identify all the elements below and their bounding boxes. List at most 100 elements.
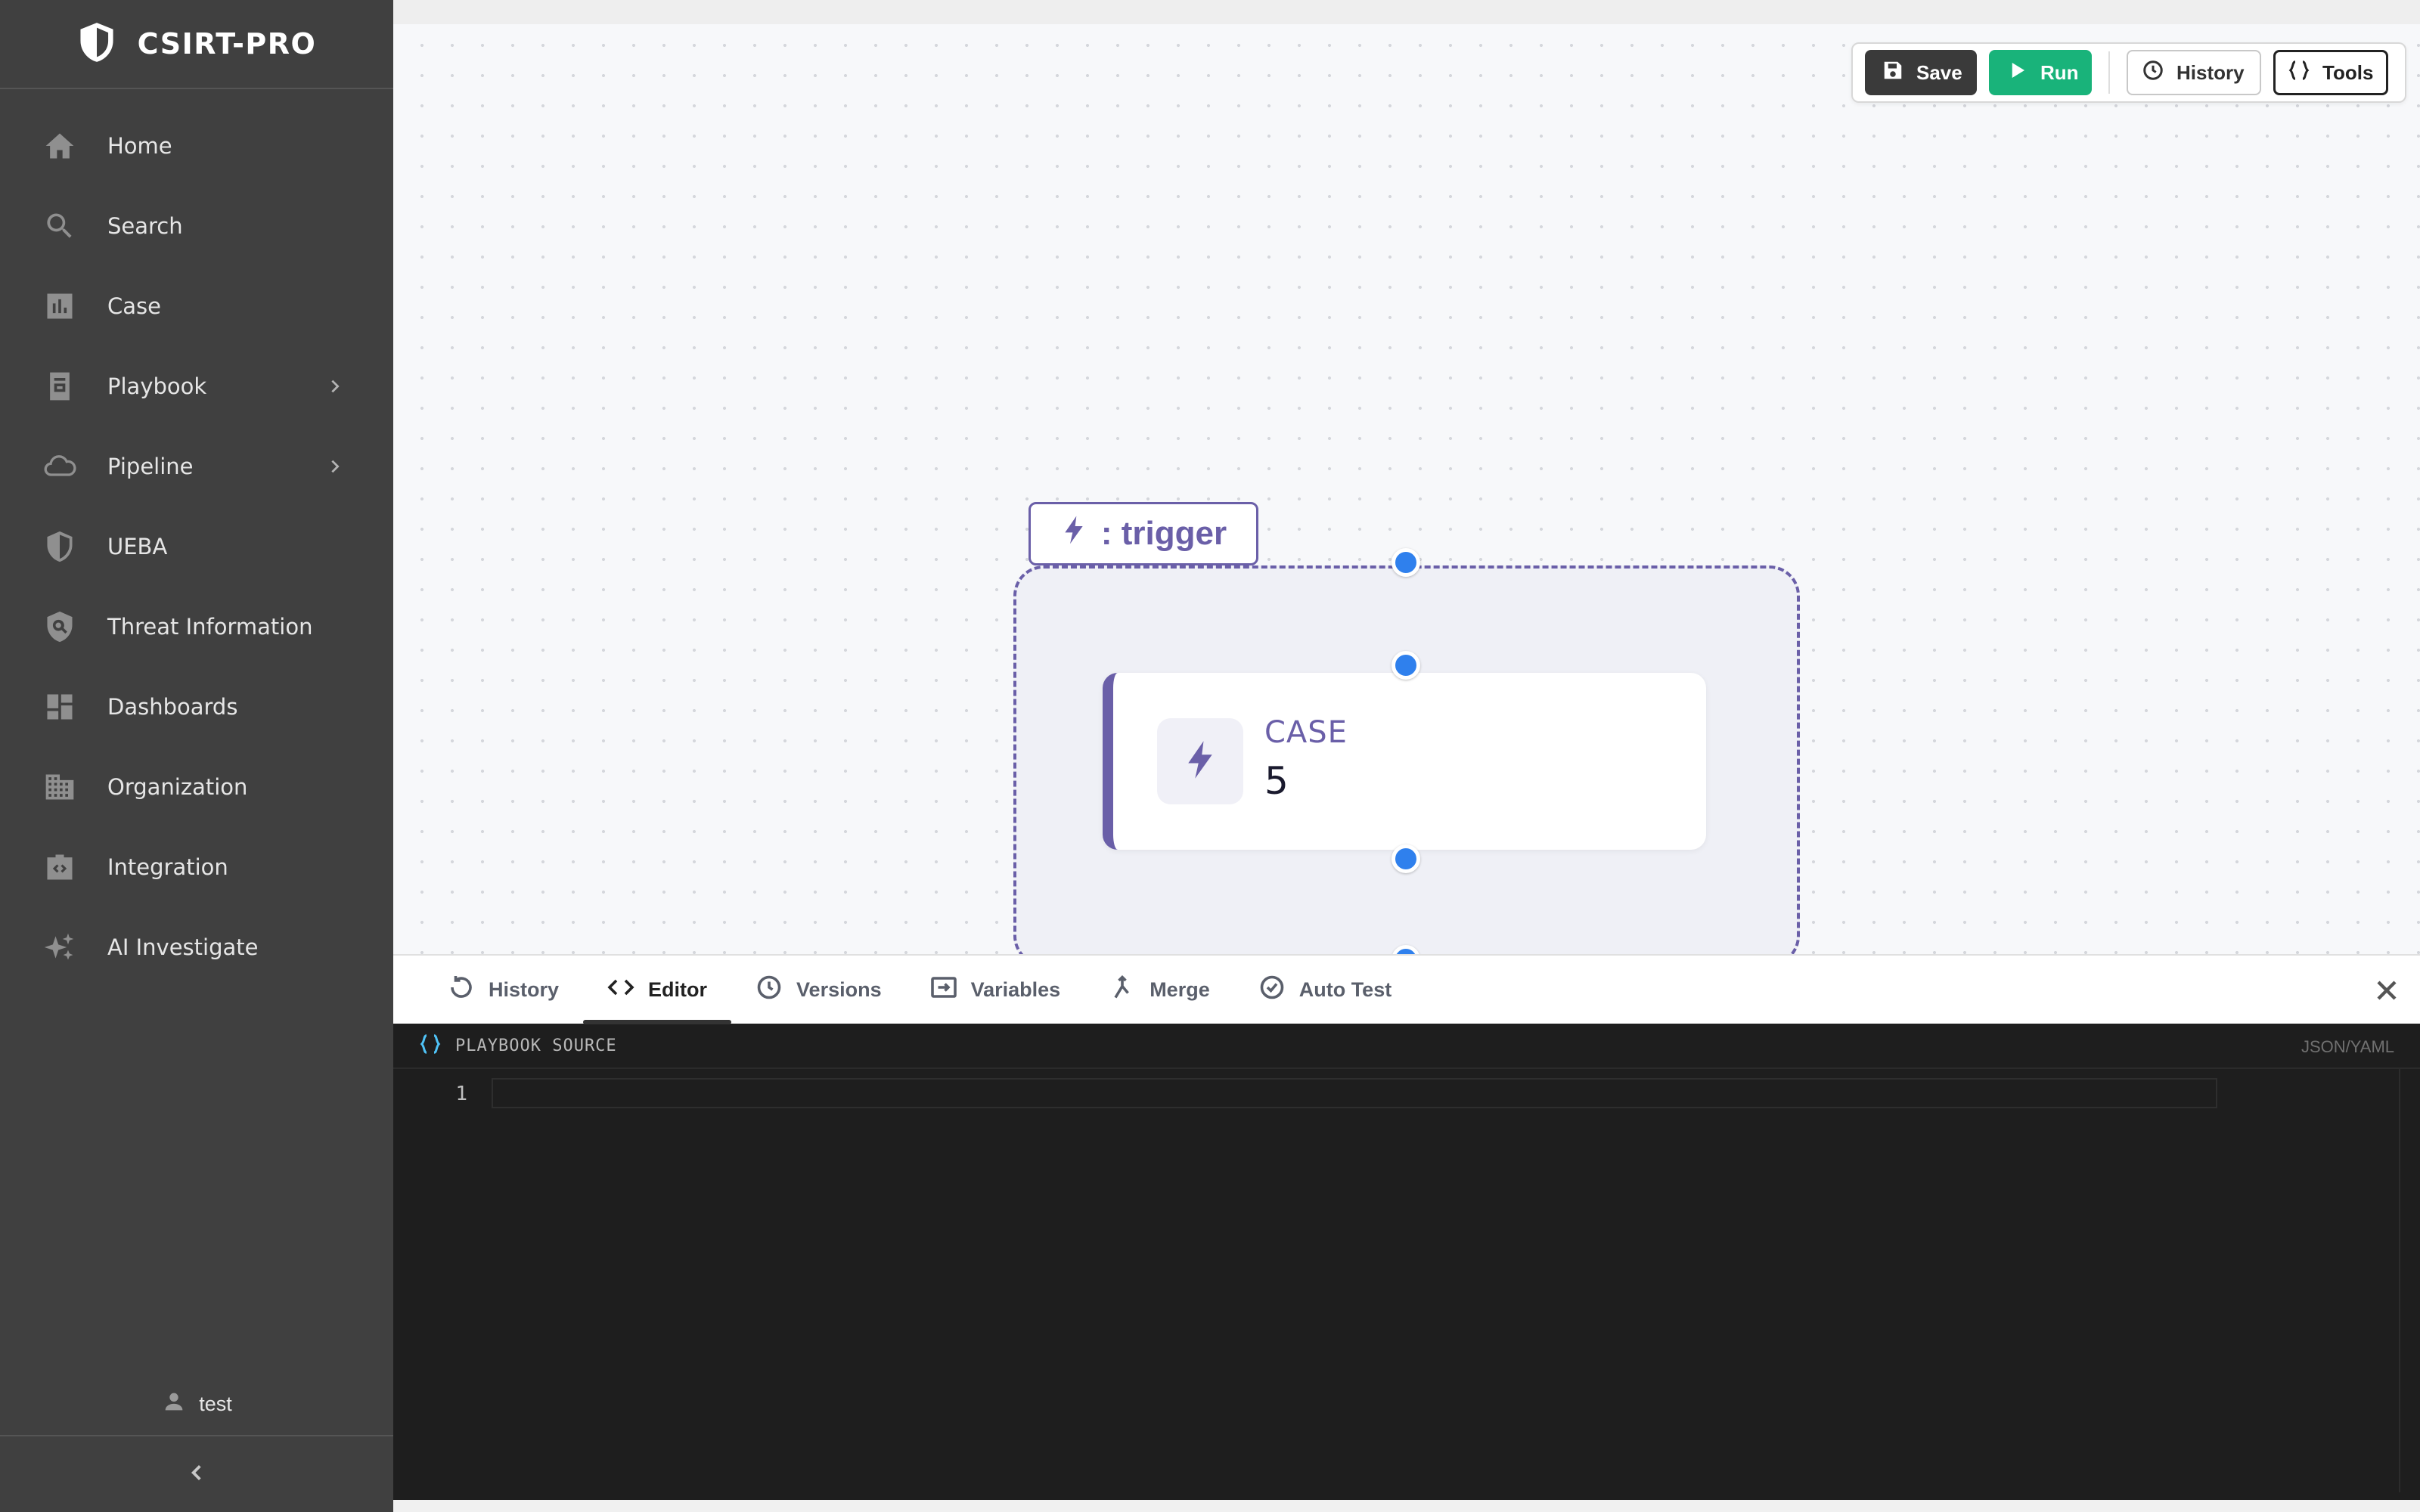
tools-button[interactable]: Tools [2273, 50, 2388, 95]
sidebar-item-label: UEBA [107, 534, 168, 559]
person-icon [161, 1389, 187, 1420]
sidebar-item-integration[interactable]: Integration [0, 827, 393, 907]
tab-label: History [489, 978, 560, 1001]
bolt-icon [1060, 515, 1087, 553]
sidebar-item-label: AI Investigate [107, 934, 259, 960]
sidebar-item-label: Threat Information [107, 614, 313, 640]
sidebar-item-organization[interactable]: Organization [0, 747, 393, 827]
close-panel-button[interactable] [2370, 974, 2403, 1007]
sidebar-item-threat-information[interactable]: Threat Information [0, 587, 393, 667]
username: test [199, 1393, 232, 1415]
editor-scrollbar[interactable] [2399, 1069, 2420, 1492]
node-type: CASE [1264, 715, 1348, 750]
tab-merge[interactable]: Merge [1084, 955, 1234, 1024]
dashboard-icon [42, 689, 77, 724]
collapse-sidebar-button[interactable] [0, 1435, 393, 1512]
sidebar-item-ai-investigate[interactable]: AI Investigate [0, 907, 393, 987]
sidebar-item-label: Case [107, 293, 161, 319]
node-top-handle[interactable] [1392, 651, 1420, 680]
bottom-panel: History Editor Versions Variables Merge … [393, 954, 2420, 1512]
sidebar-item-case[interactable]: Case [0, 266, 393, 346]
sparkle-icon [42, 930, 77, 965]
run-label: Run [2040, 60, 2079, 84]
bolt-icon [1183, 739, 1218, 784]
save-label: Save [1916, 60, 1962, 84]
user-profile[interactable]: test [0, 1389, 393, 1420]
horizontal-scrollbar[interactable] [393, 1500, 2420, 1512]
sidebar-item-label: Integration [107, 854, 228, 880]
sidebar: CSIRT-PRO Home Search Case Playbook Pipe… [0, 0, 393, 1512]
sidebar-item-label: Dashboards [107, 694, 238, 720]
code-icon [607, 974, 634, 1006]
bar-chart-icon [42, 289, 77, 324]
current-line[interactable] [492, 1078, 2217, 1108]
line-number: 1 [455, 1083, 467, 1105]
source-header: PLAYBOOK SOURCE JSON/YAML [393, 1024, 2420, 1069]
sidebar-nav: Home Search Case Playbook Pipeline UEBA … [0, 106, 393, 987]
sidebar-item-label: Playbook [107, 373, 207, 399]
search-icon [42, 209, 77, 243]
source-format: JSON/YAML [2301, 1037, 2394, 1056]
sidebar-item-playbook[interactable]: Playbook [0, 346, 393, 426]
cloud-icon [42, 449, 77, 484]
chevron-right-icon [327, 458, 343, 475]
toolbar-divider [2108, 51, 2110, 94]
sidebar-item-label: Search [107, 213, 183, 239]
tab-auto-test[interactable]: Auto Test [1234, 955, 1416, 1024]
save-icon [1882, 59, 1904, 87]
sidebar-item-label: Home [107, 133, 172, 159]
variables-icon [930, 974, 957, 1006]
top-strip [393, 0, 2420, 24]
sidebar-item-home[interactable]: Home [0, 106, 393, 186]
book-icon [42, 369, 77, 404]
node-icon-box [1157, 718, 1243, 804]
shield-search-icon [42, 609, 77, 644]
clock-icon [2142, 59, 2164, 87]
sidebar-item-ueba[interactable]: UEBA [0, 507, 393, 587]
source-title: PLAYBOOK SOURCE [455, 1036, 617, 1055]
history-button[interactable]: History [2127, 50, 2261, 95]
check-circle-icon [1258, 974, 1286, 1006]
node-bottom-handle[interactable] [1392, 844, 1420, 873]
canvas-toolbar: Save Run History Tools [1851, 42, 2406, 103]
panel-tabs: History Editor Versions Variables Merge … [393, 954, 2420, 1024]
code-editor[interactable]: 1 [393, 1069, 2420, 1492]
case-node[interactable]: CASE 5 [1103, 673, 1706, 850]
play-icon [2006, 59, 2028, 87]
group-top-handle[interactable] [1392, 548, 1420, 577]
save-button[interactable]: Save [1865, 50, 1977, 95]
tab-editor[interactable]: Editor [583, 955, 732, 1024]
trigger-group-label[interactable]: : trigger [1028, 502, 1258, 565]
shield-logo-icon [77, 21, 116, 67]
chevron-left-icon [187, 1463, 206, 1486]
sidebar-item-pipeline[interactable]: Pipeline [0, 426, 393, 507]
integration-icon [42, 850, 77, 885]
chevron-right-icon [327, 378, 343, 395]
tab-variables[interactable]: Variables [906, 955, 1085, 1024]
sidebar-item-dashboards[interactable]: Dashboards [0, 667, 393, 747]
brand: CSIRT-PRO [0, 0, 393, 89]
history-icon [448, 974, 475, 1006]
history-label: History [2176, 60, 2245, 84]
clock-icon [755, 974, 783, 1006]
tab-label: Auto Test [1298, 978, 1392, 1001]
tab-label: Variables [970, 978, 1061, 1001]
tab-history[interactable]: History [424, 955, 583, 1024]
sidebar-item-label: Organization [107, 774, 248, 800]
node-value: 5 [1264, 759, 1289, 803]
tab-label: Versions [796, 978, 882, 1001]
home-icon [42, 129, 77, 163]
sidebar-item-search[interactable]: Search [0, 186, 393, 266]
tab-label: Editor [648, 978, 708, 1001]
building-icon [42, 770, 77, 804]
tab-versions[interactable]: Versions [731, 955, 906, 1024]
braces-icon [2288, 59, 2310, 87]
braces-icon [419, 1033, 455, 1059]
run-button[interactable]: Run [1989, 50, 2092, 95]
shield-icon [42, 529, 77, 564]
merge-icon [1109, 974, 1136, 1006]
group-label-text: : trigger [1100, 515, 1227, 552]
sidebar-item-label: Pipeline [107, 454, 194, 479]
tab-label: Merge [1150, 978, 1210, 1001]
tools-label: Tools [2322, 60, 2374, 84]
